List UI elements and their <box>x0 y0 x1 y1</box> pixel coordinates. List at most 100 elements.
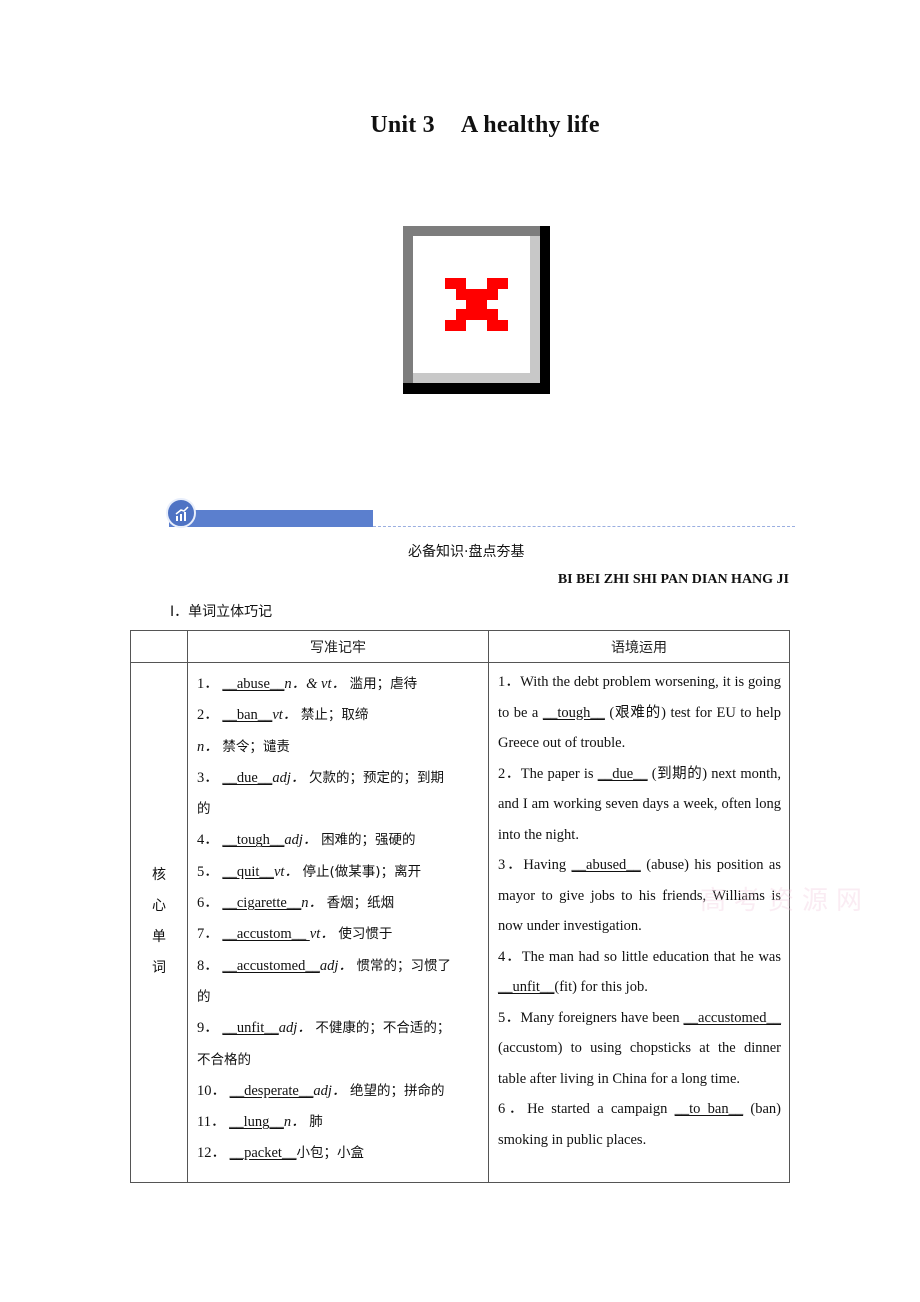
vocab-item: n． 禁令；谴责 <box>197 732 480 763</box>
header-write: 写准记牢 <box>187 630 489 663</box>
chart-growth-icon <box>175 506 189 521</box>
context-exercises: 1．With the debt problem worsening, it is… <box>488 662 790 1183</box>
vocabulary-table: 写准记牢 语境运用 核 心 单 词 1． __abuse__n．& vt． 滥用… <box>130 630 790 1183</box>
vocab-number: 7． <box>197 926 223 943</box>
question-text-after: (accustom) to using chopsticks at the di… <box>498 1040 781 1087</box>
table-body-row: 核 心 单 词 1． __abuse__n．& vt． 滥用；虐待 2． __ba… <box>130 662 790 1183</box>
vocab-pos: adj． <box>319 957 357 974</box>
vocab-item: 6． __cigarette__n． 香烟；纸烟 <box>197 888 480 919</box>
vocab-meaning: 的 <box>197 988 211 1005</box>
vocab-answer: __quit__ <box>222 863 274 880</box>
vocab-answer: __tough__ <box>222 832 285 849</box>
vocab-pos: vt． <box>309 926 339 943</box>
question-text-after: (fit) for this job. <box>554 979 648 995</box>
answer-blank: __to ban__ <box>674 1101 744 1117</box>
vocab-item: 8． __accustomed__adj． 惯常的；习惯了 <box>197 951 480 982</box>
core-words-label: 核 心 单 词 <box>130 662 188 1183</box>
subsection-heading: Ⅰ．单词立体巧记 <box>170 604 273 620</box>
question-text-before: 4．The man had so little education that h… <box>498 948 781 965</box>
context-question: 1．With the debt problem worsening, it is… <box>498 667 781 759</box>
vocab-pos: adj． <box>272 769 309 786</box>
vocab-pos: vt． <box>273 863 303 880</box>
vocab-meaning: 不合格的 <box>197 1051 251 1068</box>
answer-blank: __accustomed__ <box>683 1009 781 1026</box>
vocab-item: 的 <box>197 982 480 1013</box>
page-title: Unit 3 A healthy life <box>0 112 920 139</box>
section-banner <box>163 498 795 534</box>
side-char: 词 <box>152 960 166 977</box>
vocab-item: 11． __lung__n． 肺 <box>197 1107 480 1138</box>
answer-blank: __due__ <box>597 765 648 782</box>
context-question: 6．He started a campaign __to ban__ (ban)… <box>498 1094 781 1155</box>
banner-badge <box>166 498 196 528</box>
vocab-answer: __lung__ <box>229 1114 284 1131</box>
side-char: 单 <box>152 929 166 946</box>
side-char: 心 <box>152 898 166 915</box>
vocab-number: 11． <box>197 1114 230 1131</box>
question-text-before: 5．Many foreigners have been <box>498 1009 684 1026</box>
vocab-answer: __accustom__ <box>222 926 310 943</box>
section-title-cn: 必备知识·盘点夯基 <box>408 544 525 560</box>
banner-divider <box>373 526 795 527</box>
vocab-item: 5． __quit__vt． 停止(做某事)；离开 <box>197 857 480 888</box>
vocab-meaning: 绝望的；拼命的 <box>350 1082 445 1099</box>
context-question: 2．The paper is __due__ (到期的) next month,… <box>498 759 781 851</box>
vocab-item: 的 <box>197 794 480 825</box>
vocab-item: 4． __tough__adj． 困难的；强硬的 <box>197 825 480 856</box>
banner-bar <box>169 510 373 527</box>
vocab-number: 9． <box>197 1020 223 1037</box>
vocab-number: 12． <box>197 1145 230 1162</box>
vocab-answer: __ban__ <box>222 707 273 724</box>
vocab-pos: n． <box>283 1114 310 1131</box>
vocab-item: 7． __accustom__ vt． 使习惯于 <box>197 919 480 950</box>
vocab-meaning: 困难的；强硬的 <box>321 832 416 849</box>
watermark: 高考资源网 <box>700 886 871 916</box>
vocab-pos: adj． <box>313 1082 351 1099</box>
vocab-meaning: 使习惯于 <box>338 926 393 943</box>
vocab-number: 1． <box>197 676 223 692</box>
vocab-number: 8． <box>197 957 223 974</box>
vocab-answer: __abuse__ <box>222 676 285 692</box>
vocab-number: 10． <box>197 1082 230 1099</box>
context-question: 5．Many foreigners have been __accustomed… <box>498 1003 781 1095</box>
vocab-meaning: 香烟；纸烟 <box>326 895 395 912</box>
vocab-number: 4． <box>197 832 223 849</box>
question-text-before: 3．Having <box>498 857 572 873</box>
vocab-item: 9． __unfit__adj． 不健康的；不合适的； <box>197 1013 480 1044</box>
vocab-number: 3． <box>197 769 223 786</box>
broken-image-placeholder <box>403 226 550 394</box>
header-context: 语境运用 <box>488 630 790 663</box>
context-question: 4．The man had so little education that h… <box>498 942 781 1003</box>
vocab-answer: __desperate__ <box>229 1082 314 1099</box>
vocab-pos: adj． <box>284 832 322 849</box>
vocab-pos: adj． <box>278 1020 316 1037</box>
vocab-number: 6． <box>197 895 223 912</box>
question-text-before: 6．He started a campaign <box>498 1101 675 1117</box>
vocab-meaning: 小包；小盒 <box>296 1145 364 1162</box>
vocab-answer: __due__ <box>222 769 273 786</box>
vocab-answer: __accustomed__ <box>222 957 320 974</box>
vocab-item: 10． __desperate__adj． 绝望的；拼命的 <box>197 1076 480 1107</box>
answer-blank: __abused__ <box>571 857 641 873</box>
vocab-meaning: 停止(做某事)；离开 <box>302 863 422 880</box>
vocab-meaning: 不健康的；不合适的； <box>315 1020 451 1037</box>
vocab-pos: n．& vt． <box>284 676 350 692</box>
vocab-meaning: 的 <box>197 801 211 818</box>
question-text-before: 2．The paper is <box>498 765 598 782</box>
vocab-pos: n． <box>197 738 223 755</box>
vocab-answer: __unfit__ <box>222 1020 279 1037</box>
vocab-item: 12． __packet__小包；小盒 <box>197 1138 480 1169</box>
vocab-meaning: 滥用；虐待 <box>349 676 418 692</box>
answer-blank: __unfit__ <box>498 979 555 995</box>
vocab-item: 3． __due__adj． 欠款的；预定的；到期 <box>197 763 480 794</box>
vocab-number: 2． <box>197 707 223 724</box>
answer-blank: __tough__ <box>542 704 605 721</box>
vocab-pos: n． <box>301 895 327 912</box>
side-char: 核 <box>152 867 166 884</box>
unit-number: Unit 3 <box>370 112 435 138</box>
vocab-list: 1． __abuse__n．& vt． 滥用；虐待 2． __ban__vt． 禁… <box>187 662 489 1183</box>
vocab-meaning: 禁止；取缔 <box>300 707 369 724</box>
table-header-row: 写准记牢 语境运用 <box>130 630 790 663</box>
vocab-meaning: 欠款的；预定的；到期 <box>308 769 444 786</box>
vocab-item: 2． __ban__vt． 禁止；取缔 <box>197 700 480 731</box>
